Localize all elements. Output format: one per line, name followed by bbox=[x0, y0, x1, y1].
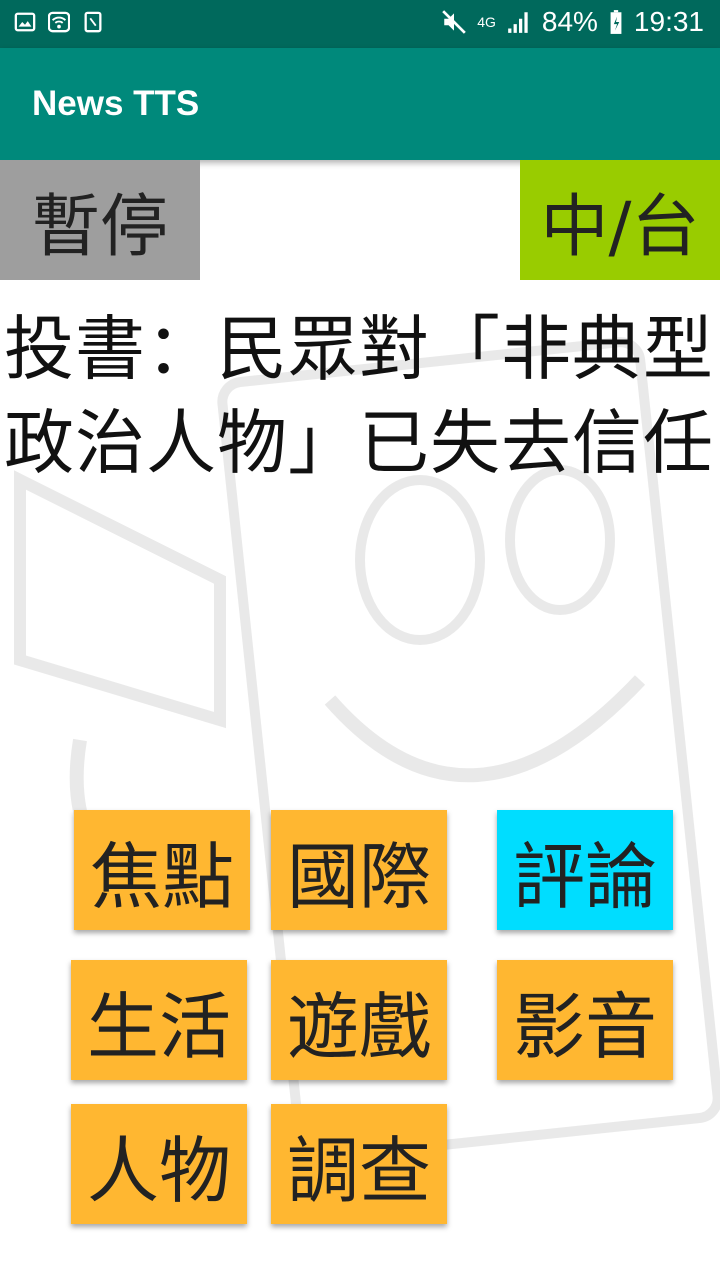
clock: 19:31 bbox=[633, 6, 704, 37]
status-right: 4G 84% 19:31 bbox=[441, 6, 704, 38]
status-bar: 4G 84% 19:31 bbox=[0, 0, 720, 48]
mute-icon bbox=[442, 10, 466, 34]
category-button-video[interactable]: 影音 bbox=[497, 960, 673, 1080]
category-button-opinion[interactable]: 評論 bbox=[497, 810, 673, 930]
pause-button[interactable]: 暫停 bbox=[0, 160, 200, 280]
category-button-games[interactable]: 遊戲 bbox=[271, 960, 447, 1080]
app-title: News TTS bbox=[32, 84, 200, 123]
wifi-icon bbox=[48, 11, 70, 33]
category-button-focus[interactable]: 焦點 bbox=[74, 810, 250, 930]
sim-icon bbox=[84, 11, 102, 33]
app-bar: News TTS bbox=[0, 48, 720, 160]
category-button-international[interactable]: 國際 bbox=[271, 810, 447, 930]
status-left-icons bbox=[14, 10, 104, 34]
category-button-life[interactable]: 生活 bbox=[71, 960, 247, 1080]
battery-icon bbox=[610, 10, 622, 34]
category-button-people[interactable]: 人物 bbox=[71, 1104, 247, 1224]
news-headline: 投書：民眾對「非典型政治人物」已失去信任 bbox=[4, 308, 714, 484]
network-type: 4G bbox=[477, 14, 496, 30]
gallery-icon bbox=[14, 12, 36, 32]
language-toggle-button[interactable]: 中/台 bbox=[520, 160, 720, 280]
category-button-investigation[interactable]: 調查 bbox=[271, 1104, 447, 1224]
battery-percent: 84% bbox=[541, 6, 598, 37]
signal-icon bbox=[508, 12, 528, 33]
